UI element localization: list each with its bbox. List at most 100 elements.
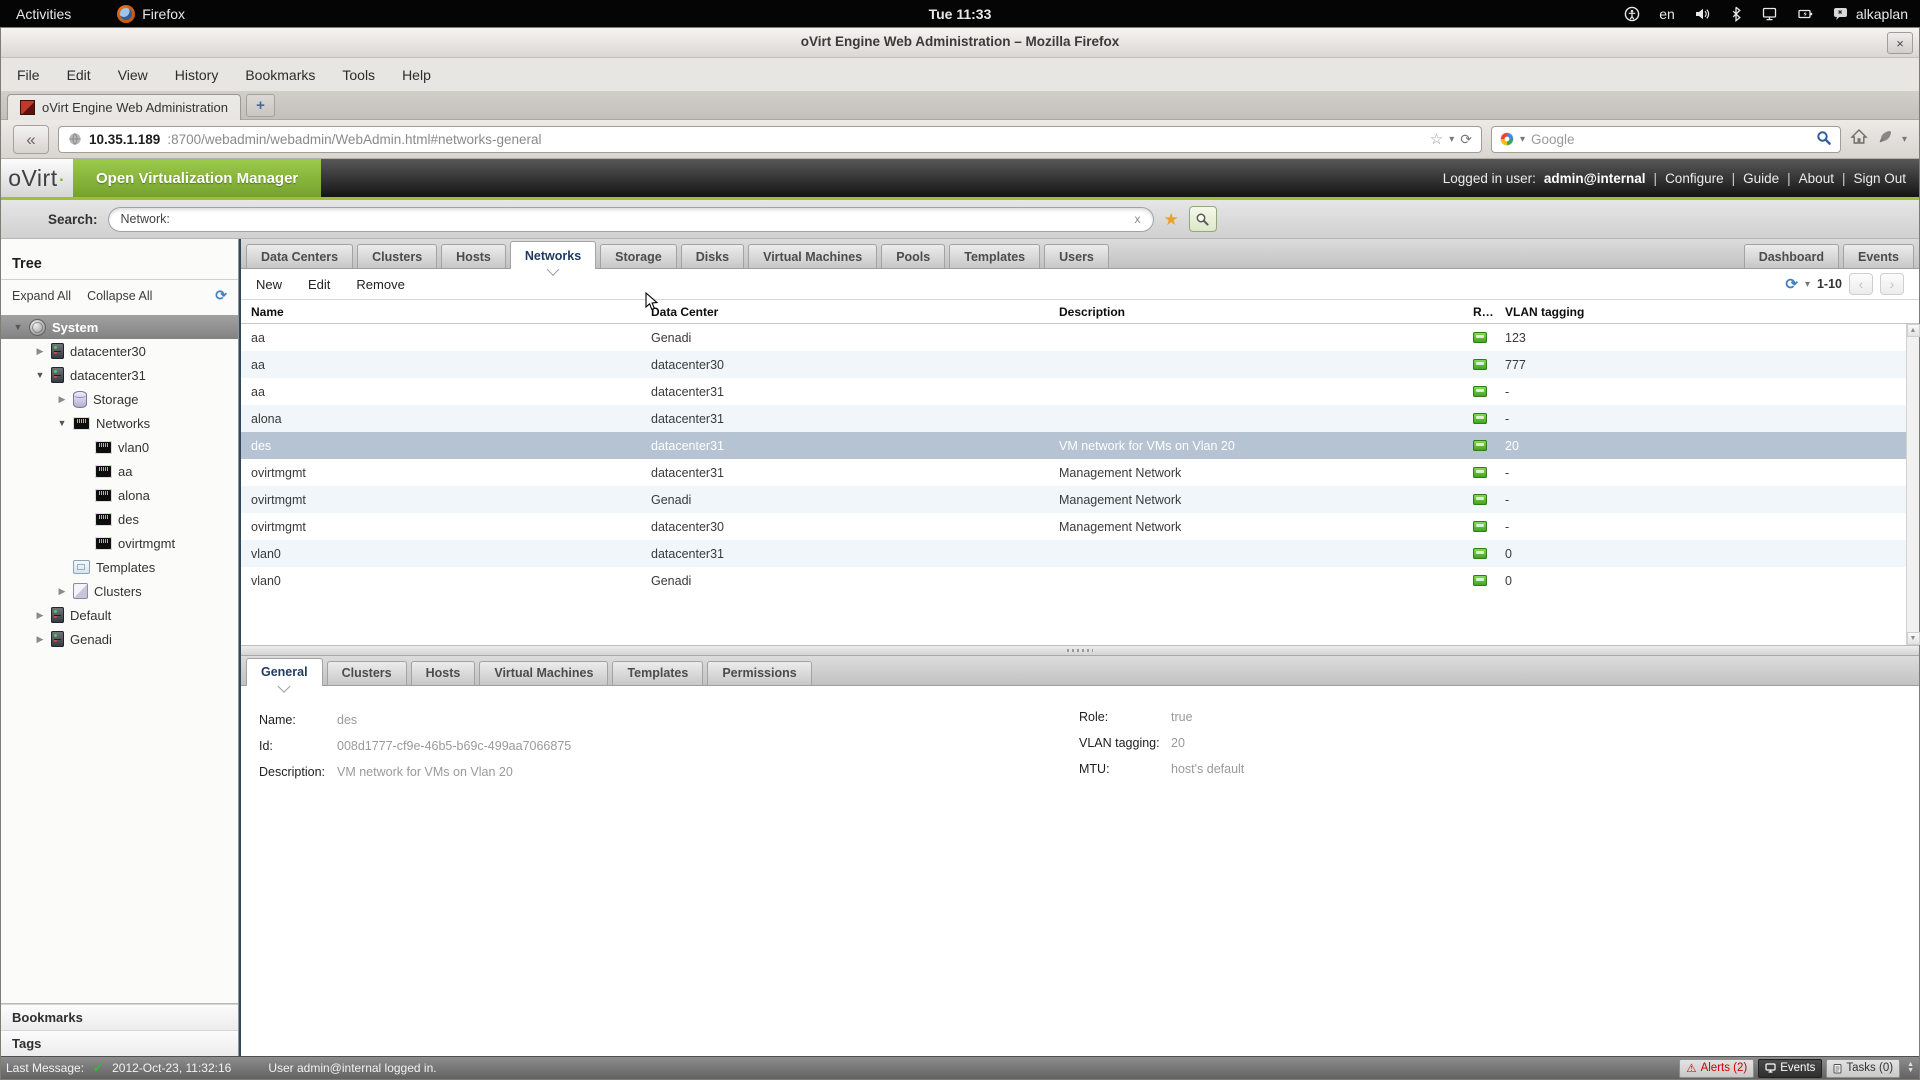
menu-bookmarks[interactable]: Bookmarks <box>245 67 315 83</box>
table-row[interactable]: alonadatacenter31- <box>241 405 1919 432</box>
detail-splitter[interactable] <box>241 645 1919 656</box>
events-button[interactable]: Events <box>1758 1059 1822 1078</box>
column-header-data-center[interactable]: Data Center <box>641 305 1049 319</box>
volume-icon[interactable] <box>1694 6 1711 22</box>
menu-file[interactable]: File <box>17 67 40 83</box>
back-button[interactable]: « <box>13 125 49 154</box>
tasks-button[interactable]: Tasks (0) <box>1826 1059 1900 1078</box>
statusbar-collapse-icons[interactable]: ▲▼ <box>1904 1062 1914 1074</box>
tree-item-alona[interactable]: alona <box>1 483 238 507</box>
bluetooth-icon[interactable] <box>1730 6 1742 22</box>
battery-icon[interactable] <box>1797 6 1814 22</box>
tab-users[interactable]: Users <box>1044 244 1109 268</box>
menu-view[interactable]: View <box>118 67 148 83</box>
table-row[interactable]: ovirtmgmtdatacenter30Management Network- <box>241 513 1919 540</box>
table-row[interactable]: ovirtmgmtGenadiManagement Network- <box>241 486 1919 513</box>
dashboard-button[interactable]: Dashboard <box>1744 244 1839 268</box>
next-page-button[interactable]: › <box>1880 273 1904 295</box>
column-header-name[interactable]: Name <box>241 305 641 319</box>
window-titlebar[interactable]: oVirt Engine Web Administration – Mozill… <box>1 28 1919 58</box>
search-input[interactable]: Network: x <box>108 207 1154 232</box>
tree-item-ovirtmgmt[interactable]: ovirtmgmt <box>1 531 238 555</box>
home-icon[interactable] <box>1850 128 1868 150</box>
prev-page-button[interactable]: ‹ <box>1849 273 1873 295</box>
table-row[interactable]: desdatacenter31VM network for VMs on Vla… <box>241 432 1919 459</box>
detail-tab-templates[interactable]: Templates <box>612 661 703 685</box>
tab-storage[interactable]: Storage <box>600 244 677 268</box>
menu-edit[interactable]: Edit <box>67 67 91 83</box>
column-header-role[interactable]: Role <box>1463 305 1495 319</box>
refresh-dropdown-icon[interactable]: ▾ <box>1805 279 1810 290</box>
tree-item-networks[interactable]: ▼Networks <box>1 411 238 435</box>
header-link-sign-out[interactable]: Sign Out <box>1853 171 1906 186</box>
tab-networks[interactable]: Networks <box>510 241 596 269</box>
tree-item-vlan0[interactable]: vlan0 <box>1 435 238 459</box>
collapse-all-link[interactable]: Collapse All <box>87 289 152 303</box>
ovirt-logo[interactable]: oVirt· <box>1 159 73 197</box>
tree-expand-arrow[interactable]: ▶ <box>35 610 45 621</box>
tab-disks[interactable]: Disks <box>681 244 744 268</box>
reload-icon[interactable]: ⟳ <box>1460 131 1472 148</box>
tree-item-aa[interactable]: aa <box>1 459 238 483</box>
display-icon[interactable] <box>1761 6 1778 22</box>
window-close-button[interactable]: × <box>1887 32 1913 54</box>
column-header-description[interactable]: Description <box>1049 305 1463 319</box>
tree-collapse-arrow[interactable]: ▼ <box>57 418 67 428</box>
app-menu-firefox[interactable]: Firefox <box>117 5 185 23</box>
detail-tab-hosts[interactable]: Hosts <box>411 661 476 685</box>
search-clear-icon[interactable]: x <box>1135 212 1141 226</box>
clock[interactable]: Tue 11:33 <box>929 6 992 22</box>
table-row[interactable]: vlan0Genadi0 <box>241 567 1919 594</box>
search-go-icon[interactable] <box>1816 130 1832 149</box>
web-search-box[interactable]: ▾ Google <box>1491 126 1841 153</box>
table-row[interactable]: aadatacenter30777 <box>241 351 1919 378</box>
header-link-configure[interactable]: Configure <box>1665 171 1724 186</box>
addons-icon[interactable] <box>1877 129 1893 150</box>
table-row[interactable]: aadatacenter31- <box>241 378 1919 405</box>
bookmark-search-icon[interactable]: ★ <box>1164 211 1179 228</box>
tab-templates[interactable]: Templates <box>949 244 1040 268</box>
header-link-about[interactable]: About <box>1799 171 1834 186</box>
search-engine-dropdown-icon[interactable]: ▾ <box>1520 134 1525 145</box>
user-menu[interactable]: alkaplan <box>1833 6 1908 22</box>
events-button[interactable]: Events <box>1843 244 1914 268</box>
tree-item-storage[interactable]: ▶Storage <box>1 387 238 411</box>
detail-tab-virtual-machines[interactable]: Virtual Machines <box>479 661 608 685</box>
header-link-guide[interactable]: Guide <box>1743 171 1779 186</box>
edit-action[interactable]: Edit <box>308 277 330 292</box>
tree-item-templates[interactable]: Templates <box>1 555 238 579</box>
grid-scrollbar[interactable]: ▲ ▼ <box>1906 324 1919 645</box>
tree-expand-arrow[interactable]: ▶ <box>35 346 45 357</box>
tree-item-datacenter31[interactable]: ▼datacenter31 <box>1 363 238 387</box>
new-action[interactable]: New <box>256 277 282 292</box>
tab-hosts[interactable]: Hosts <box>441 244 506 268</box>
accessibility-icon[interactable] <box>1624 6 1640 22</box>
navbar-overflow-icon[interactable]: ▾ <box>1902 134 1907 145</box>
table-row[interactable]: vlan0datacenter310 <box>241 540 1919 567</box>
tree-panel-title[interactable]: Tree <box>1 239 238 280</box>
detail-tab-permissions[interactable]: Permissions <box>707 661 811 685</box>
new-tab-button[interactable]: + <box>246 94 275 117</box>
scroll-up-icon[interactable]: ▲ <box>1907 324 1920 337</box>
tab-pools[interactable]: Pools <box>881 244 945 268</box>
table-row[interactable]: aaGenadi123 <box>241 324 1919 351</box>
tree-item-clusters[interactable]: ▶Clusters <box>1 579 238 603</box>
tree-item-genadi[interactable]: ▶Genadi <box>1 627 238 651</box>
tab-data-centers[interactable]: Data Centers <box>246 244 353 268</box>
tree-item-system[interactable]: ▼System <box>1 315 238 339</box>
remove-action[interactable]: Remove <box>356 277 404 292</box>
detail-tab-general[interactable]: General <box>246 658 323 686</box>
bookmark-star-icon[interactable]: ☆ <box>1430 130 1443 148</box>
tree-expand-arrow[interactable]: ▶ <box>57 586 67 597</box>
activities-button[interactable]: Activities <box>16 6 71 22</box>
browser-tab-active[interactable]: oVirt Engine Web Administration <box>7 94 241 120</box>
tree-collapse-arrow[interactable]: ▼ <box>13 322 23 332</box>
tree-expand-arrow[interactable]: ▶ <box>57 394 67 405</box>
url-bar[interactable]: 10.35.1.189 :8700/webadmin/webadmin/WebA… <box>58 126 1482 153</box>
url-dropdown-icon[interactable]: ▾ <box>1449 134 1454 145</box>
bookmarks-section-header[interactable]: Bookmarks <box>1 1004 238 1030</box>
tree-expand-arrow[interactable]: ▶ <box>35 634 45 645</box>
tree-refresh-icon[interactable]: ⟳ <box>215 287 227 304</box>
keyboard-layout-indicator[interactable]: en <box>1659 6 1675 22</box>
tree-item-des[interactable]: des <box>1 507 238 531</box>
